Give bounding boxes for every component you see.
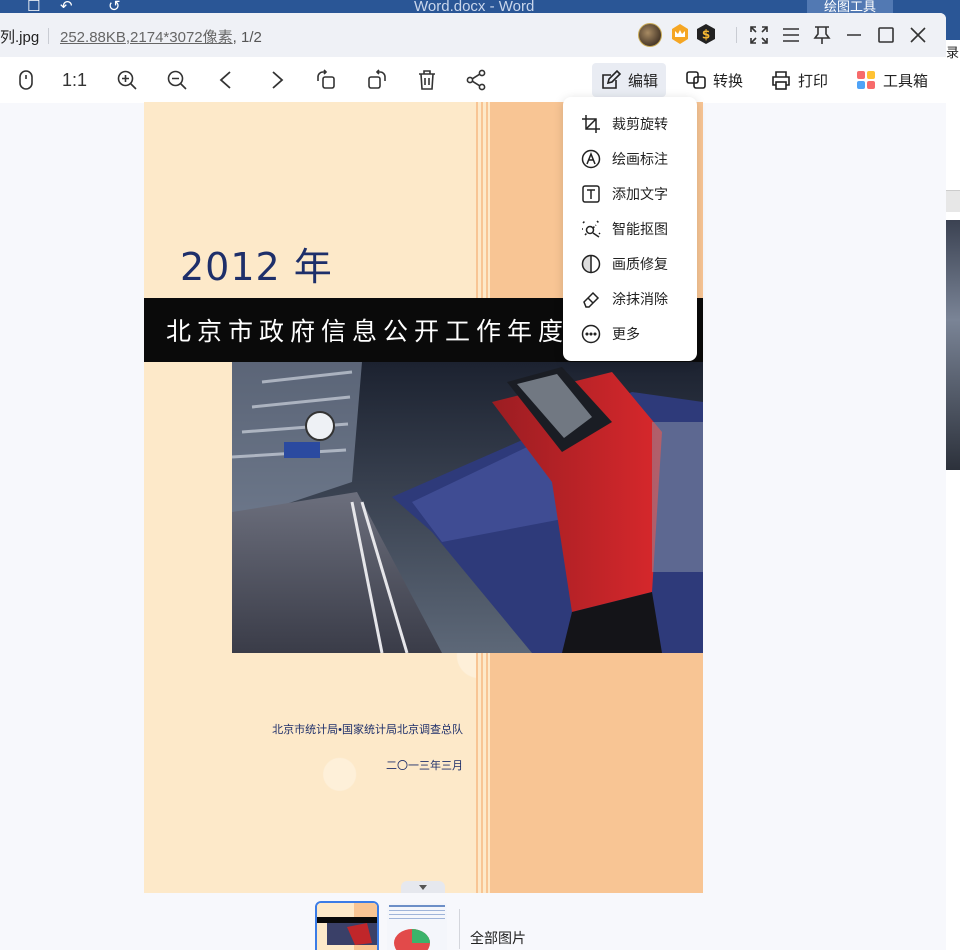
actual-size-button[interactable]: 1:1 <box>62 68 92 92</box>
menu-label: 智能抠图 <box>612 221 668 237</box>
thumbnail-1[interactable] <box>315 901 379 950</box>
file-name: 列.jpg <box>0 29 40 46</box>
background-image-edge <box>946 220 960 470</box>
doc-title: 北京市政府信息公开工作年度报告 <box>166 317 632 346</box>
thumbnail-divider <box>459 909 460 949</box>
page-info: , 1/2 <box>232 29 262 46</box>
convert-label: 转换 <box>713 72 744 90</box>
crop-icon <box>582 115 600 133</box>
background-ribbon-char: 录 <box>946 45 960 60</box>
toolbox-icon <box>857 71 875 89</box>
menu-label: 添加文字 <box>612 186 668 202</box>
zoom-in-icon[interactable] <box>115 68 139 92</box>
menu-label: 绘画标注 <box>612 151 668 167</box>
doc-organization: 北京市统计局•国家统计局北京调查总队 <box>272 724 463 736</box>
title-icons-divider <box>736 27 737 43</box>
viewer-titlebar: 列.jpg 252.88KB,2174*3072像素, 1/2 $ <box>0 13 946 57</box>
pin-icon[interactable] <box>811 24 833 46</box>
image-viewer-window: 列.jpg 252.88KB,2174*3072像素, 1/2 $ 1:1 编辑… <box>0 13 946 950</box>
mouse-icon[interactable] <box>14 68 38 92</box>
toolbox-button[interactable]: 工具箱 <box>847 63 936 97</box>
next-icon[interactable] <box>265 68 289 92</box>
thumbnail-cover-image <box>317 903 377 950</box>
close-icon[interactable] <box>907 24 929 46</box>
menu-item-quality-repair[interactable]: 画质修复 <box>563 247 697 281</box>
avatar-icon[interactable] <box>638 23 662 47</box>
thumbnail-page2-image <box>387 903 447 950</box>
delete-icon[interactable] <box>415 68 439 92</box>
prev-icon[interactable] <box>214 68 238 92</box>
viewer-toolbar: 1:1 编辑 转换 打印 工具箱 <box>0 57 946 103</box>
eraser-icon <box>583 291 600 308</box>
menu-label: 裁剪旋转 <box>612 116 668 132</box>
edit-dropdown-menu: 裁剪旋转 绘画标注 添加文字 智能抠图 画质修复 涂抹消除 更多 <box>563 97 697 361</box>
menu-item-smear-erase[interactable]: 涂抹消除 <box>563 282 697 316</box>
menu-label: 更多 <box>612 326 640 342</box>
menu-icon[interactable] <box>780 24 802 46</box>
edit-icon <box>602 69 622 89</box>
all-pictures-button[interactable]: 全部图片 <box>470 928 526 948</box>
more-icon <box>581 324 601 344</box>
share-icon[interactable] <box>464 68 488 92</box>
title-divider <box>48 28 49 44</box>
drawing-tools-tab[interactable]: 绘图工具 <box>807 0 893 14</box>
edit-label: 编辑 <box>628 72 659 90</box>
train-illustration <box>232 362 703 653</box>
menu-label: 画质修复 <box>612 256 668 272</box>
zoom-out-icon[interactable] <box>165 68 189 92</box>
background-ribbon-edge <box>946 14 960 40</box>
crown-icon[interactable] <box>670 23 690 45</box>
collapse-thumbnails-button[interactable] <box>401 881 445 893</box>
repair-icon <box>581 254 601 274</box>
background-window-title: Word.docx - Word <box>414 0 535 15</box>
print-button[interactable]: 打印 <box>762 63 836 97</box>
toolbox-label: 工具箱 <box>883 72 929 90</box>
menu-item-smart-cutout[interactable]: 智能抠图 <box>563 212 697 246</box>
minimize-icon[interactable] <box>843 24 865 46</box>
text-icon <box>582 185 600 203</box>
menu-label: 涂抹消除 <box>612 291 668 307</box>
cutout-icon <box>582 220 601 238</box>
s-badge-icon[interactable]: $ <box>695 23 717 45</box>
doc-year: 2012 年 <box>180 245 333 289</box>
menu-item-crop-rotate[interactable]: 裁剪旋转 <box>563 107 697 141</box>
file-info: 252.88KB,2174*3072像素, 1/2 <box>60 26 262 47</box>
rotate-left-icon[interactable] <box>314 68 338 92</box>
print-label: 打印 <box>798 72 829 90</box>
train-photo <box>232 362 703 653</box>
background-ruler <box>946 190 960 212</box>
svg-text:$: $ <box>702 28 710 42</box>
fullscreen-icon[interactable] <box>748 24 770 46</box>
print-icon <box>772 71 790 90</box>
menu-item-add-text[interactable]: 添加文字 <box>563 177 697 211</box>
draw-icon <box>581 149 601 169</box>
menu-item-more[interactable]: 更多 <box>563 317 697 351</box>
background-document-edge <box>946 14 960 950</box>
convert-button[interactable]: 转换 <box>677 63 751 97</box>
doc-date: 二〇一三年三月 <box>386 760 463 772</box>
edit-button[interactable]: 编辑 <box>592 63 667 97</box>
menu-item-draw-annotate[interactable]: 绘画标注 <box>563 142 697 176</box>
convert-icon <box>686 71 706 89</box>
thumbnail-2[interactable] <box>387 903 451 950</box>
rotate-right-icon[interactable] <box>365 68 389 92</box>
image-dimensions[interactable]: ,2174*3072像素 <box>126 29 233 46</box>
file-size[interactable]: 252.88KB <box>60 29 126 46</box>
maximize-icon[interactable] <box>875 24 897 46</box>
